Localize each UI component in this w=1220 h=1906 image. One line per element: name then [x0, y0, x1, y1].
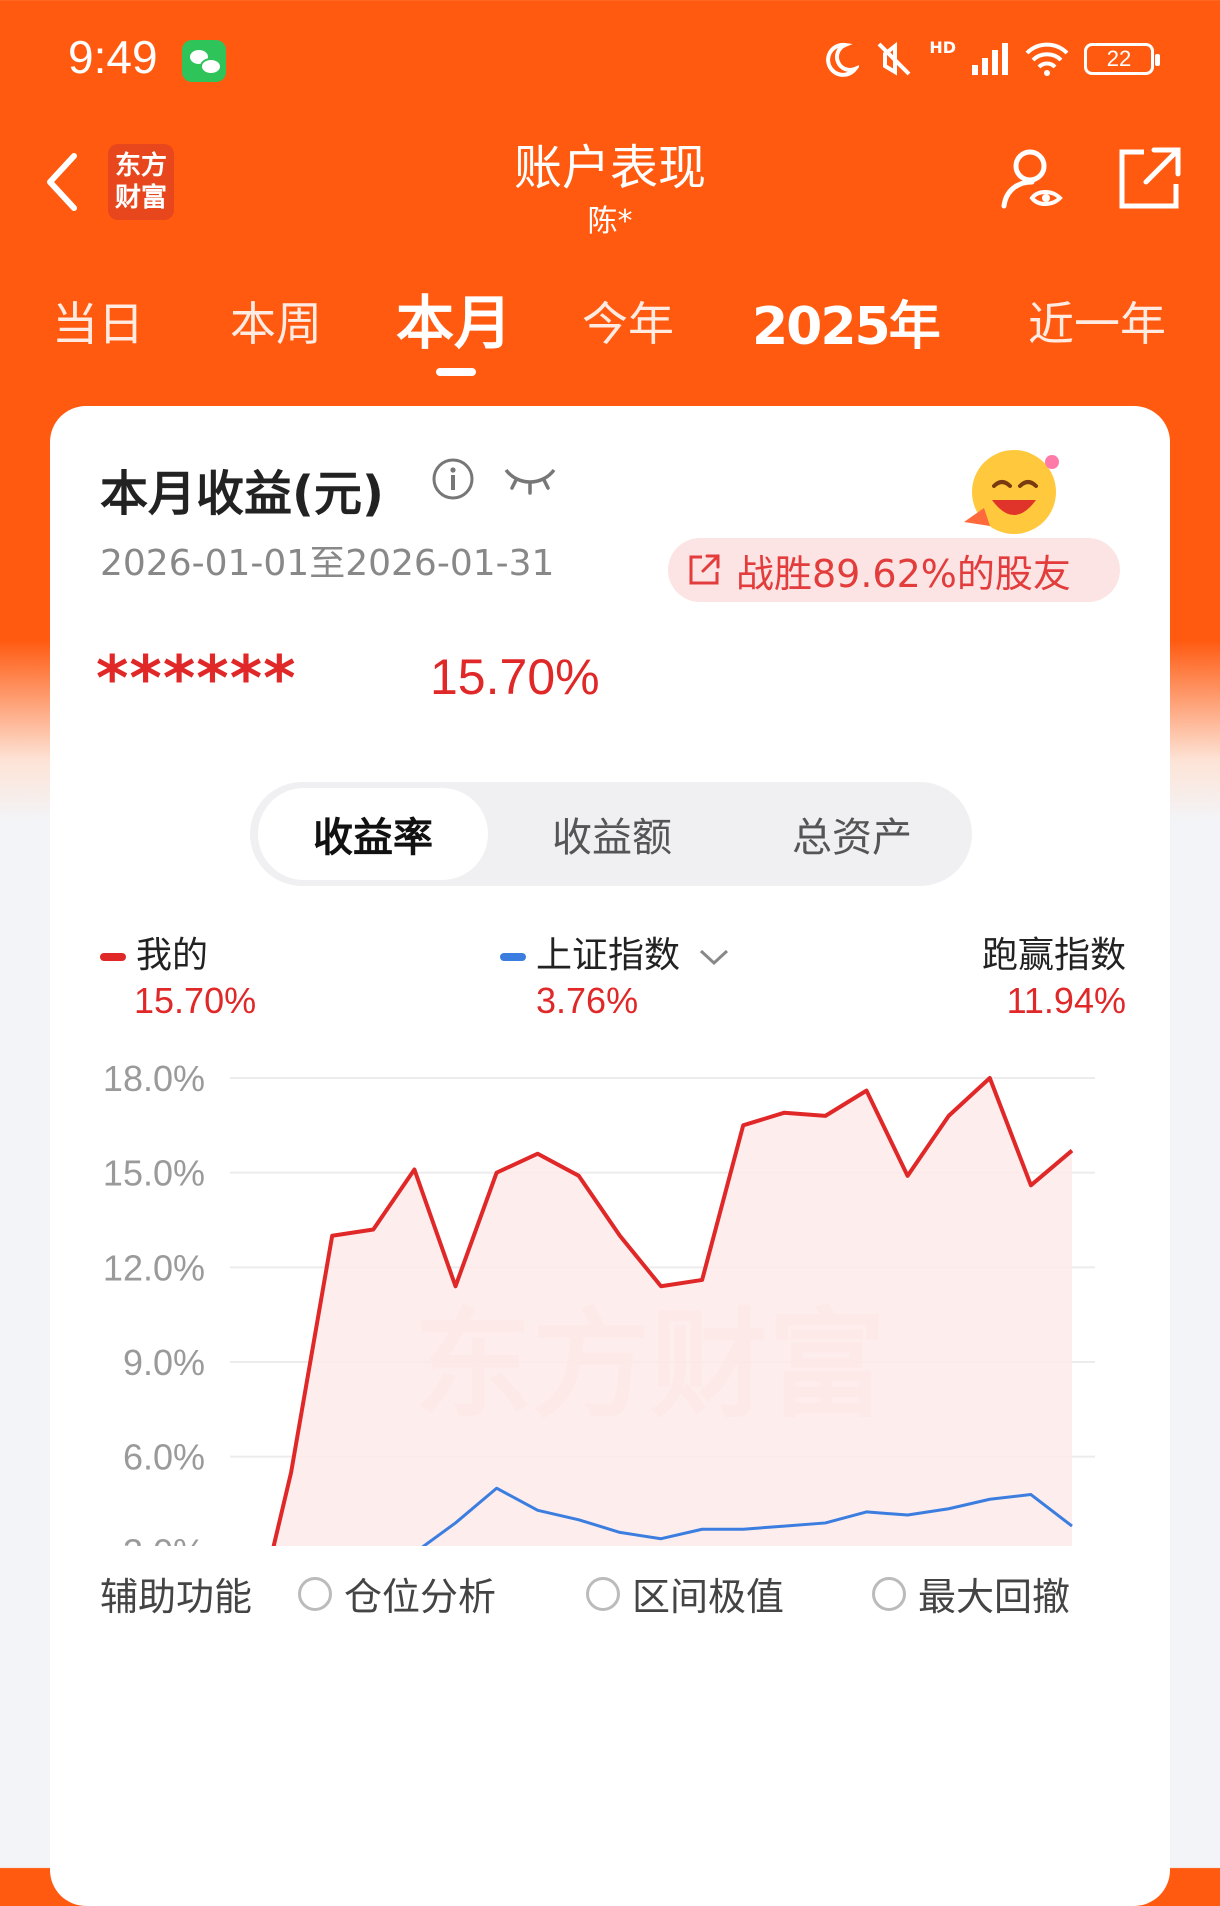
radio-icon[interactable] [872, 1577, 906, 1611]
signal-icon [970, 41, 1010, 77]
y-tick-label: 15.0% [103, 1153, 205, 1194]
status-icons: HD 22 [819, 38, 1154, 80]
mute-icon [873, 38, 915, 80]
y-tick-label: 12.0% [103, 1247, 205, 1288]
y-tick-label: 9.0% [123, 1342, 205, 1383]
aux-label: 辅助功能 [100, 1566, 252, 1621]
aux-position-analysis[interactable]: 仓位分析 [298, 1566, 496, 1621]
tab-this-year[interactable]: 今年 [582, 288, 674, 354]
wechat-icon [182, 40, 226, 82]
y-tick-label: 3.0% [123, 1531, 205, 1546]
y-tick-label: 18.0% [103, 1058, 205, 1099]
aux-option-label: 仓位分析 [344, 1566, 496, 1621]
aux-range-extreme[interactable]: 区间极值 [586, 1566, 784, 1621]
radio-icon[interactable] [586, 1577, 620, 1611]
aux-max-drawdown[interactable]: 最大回撤 [872, 1566, 1070, 1621]
nav-bar: 东方 财富 账户表现 陈* [0, 120, 1220, 260]
period-tabs: 当日 本周 本月 今年 2025年 近一年 [0, 270, 1220, 380]
radio-icon[interactable] [298, 1577, 332, 1611]
aux-option-label: 最大回撤 [918, 1566, 1070, 1621]
user-view-icon[interactable] [998, 144, 1070, 216]
tab-month[interactable]: 本月 [396, 276, 512, 360]
battery-icon: 22 [1084, 43, 1154, 75]
aux-option-label: 区间极值 [632, 1566, 784, 1621]
nav-actions [998, 144, 1184, 216]
return-chart: 18.0%15.0%12.0%9.0%6.0%3.0%0.0%东方财富2026-… [50, 406, 1170, 1546]
tab-week[interactable]: 本周 [230, 288, 322, 354]
tab-2025[interactable]: 2025年 [752, 284, 939, 359]
status-bar: 9:49 HD 22 [0, 0, 1220, 120]
status-time: 9:49 [68, 30, 158, 84]
aux-title: 辅助功能 [100, 1566, 252, 1621]
performance-card: 本月收益(元) 2026-01-01至2026-01-31 战胜89.62%的股… [50, 406, 1170, 1906]
hd-label: HD [929, 38, 956, 57]
tab-today[interactable]: 当日 [52, 288, 144, 354]
y-tick-label: 6.0% [123, 1437, 205, 1478]
wifi-icon [1024, 41, 1070, 77]
moon-icon [819, 39, 859, 79]
share-icon[interactable] [1114, 144, 1184, 214]
tab-last-year[interactable]: 近一年 [1028, 288, 1166, 354]
series-area-0 [250, 1078, 1072, 1546]
